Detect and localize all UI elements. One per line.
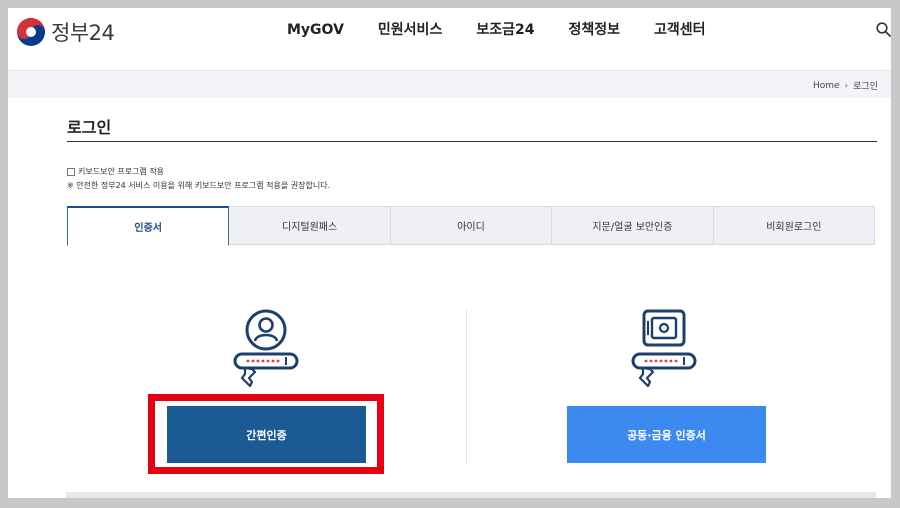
nav-item-policy[interactable]: 정책정보 (551, 20, 637, 40)
simple-auth-button[interactable]: 간편인증 (167, 406, 366, 463)
header: 정부24 MyGOV 민원서비스 보조금24 정책정보 고객센터 (8, 8, 891, 70)
title-divider (67, 141, 877, 142)
nav-item-civil-service[interactable]: 민원서비스 (361, 20, 459, 40)
keyboard-security-label: 키보드보안 프로그램 적용 (78, 167, 165, 176)
keyboard-security-notice: 키보드보안 프로그램 적용 ※ 안전한 정부24 서비스 이용을 위해 키보드보… (67, 165, 330, 193)
breadcrumb-current: 로그인 (853, 82, 878, 92)
keyboard-security-checkbox[interactable] (67, 168, 75, 176)
taegeuk-logo-icon (17, 18, 45, 46)
tab-certificate[interactable]: 인증서 (67, 206, 230, 246)
login-tabs: 인증서 디지털원패스 아이디 지문/얼굴 보안인증 비회원로그인 (67, 206, 876, 246)
person-key-icon (233, 309, 299, 388)
page: 정부24 MyGOV 민원서비스 보조금24 정책정보 고객센터 Home › … (8, 8, 891, 498)
logo-text: 정부24 (51, 21, 115, 45)
breadcrumb: Home › 로그인 (8, 70, 891, 98)
tab-digital-onepass[interactable]: 디지털원패스 (229, 206, 391, 245)
tab-biometric[interactable]: 지문/얼굴 보안인증 (552, 206, 714, 245)
tab-id[interactable]: 아이디 (390, 206, 553, 245)
logo[interactable]: 정부24 (17, 17, 115, 47)
page-title: 로그인 (67, 118, 112, 137)
chevron-right-icon: › (844, 80, 849, 91)
nav-item-mygov[interactable]: MyGOV (270, 20, 361, 40)
breadcrumb-home[interactable]: Home (813, 81, 840, 91)
safe-key-icon (631, 309, 697, 388)
tab-non-member[interactable]: 비회원로그인 (713, 206, 876, 245)
search-icon[interactable] (876, 22, 891, 37)
options-divider (466, 310, 467, 464)
nav-item-subsidy[interactable]: 보조금24 (459, 20, 551, 40)
keyboard-security-text: ※ 안전한 정부24 서비스 이용을 위해 키보드보안 프로그램 적용을 권장합… (67, 181, 331, 190)
bottom-strip (66, 492, 876, 498)
certificate-login-button[interactable]: 공동·금융 인증서 (567, 406, 766, 463)
nav-item-customer-center[interactable]: 고객센터 (637, 20, 723, 40)
main-nav: MyGOV 민원서비스 보조금24 정책정보 고객센터 (270, 20, 723, 40)
